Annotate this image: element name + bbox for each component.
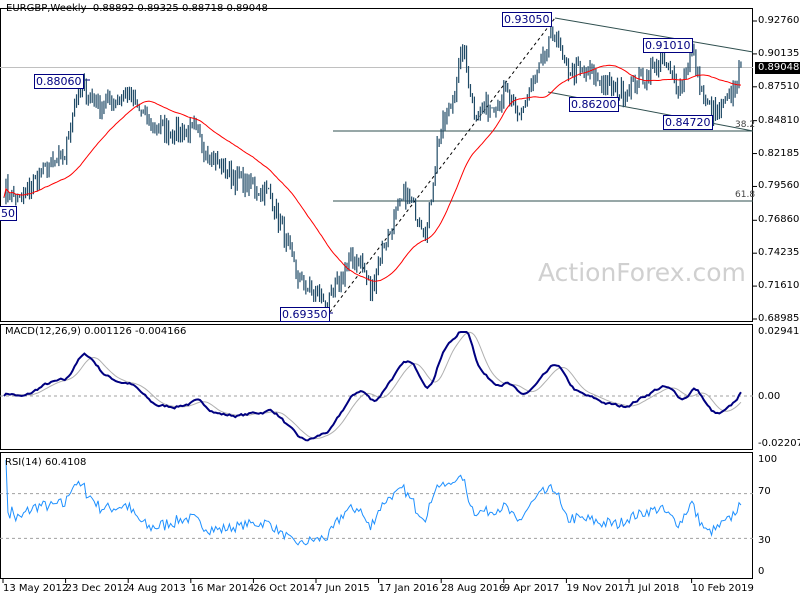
swing-label: 0.91010 [643, 38, 693, 53]
price-tick: 0.74235 [758, 247, 800, 259]
chart-canvas [0, 8, 757, 583]
current-price-badge: 0.89048 [755, 62, 800, 74]
macd-signal-line [3, 331, 742, 440]
time-tick: 9 Apr 2017 [503, 583, 560, 594]
high-value: 0.89325 [137, 3, 179, 14]
swing-label: 0.88060 [34, 74, 84, 89]
low-value: 0.88718 [181, 3, 224, 14]
time-tick: 28 Aug 2016 [441, 583, 506, 594]
price-tick: 0.87510 [758, 80, 800, 92]
price-tick: 0.68985 [758, 312, 800, 324]
price-tick: 0.84810 [758, 114, 800, 126]
close-value: 0.89048 [226, 3, 268, 14]
time-tick: 17 Jan 2016 [378, 583, 439, 594]
symbol-label: EURGBP,Weekly [6, 3, 87, 14]
rsi-tick: 100 [758, 454, 778, 465]
macd-tick: 0.029412 [758, 326, 800, 337]
macd-tick: -0.022074 [758, 438, 800, 449]
price-tick: 0.82185 [758, 147, 800, 159]
macd-line [3, 331, 742, 442]
time-tick: 23 Dec 2012 [65, 583, 130, 594]
time-tick: 13 May 2012 [3, 583, 69, 594]
rsi-label: RSI(14) 60.4108 [5, 457, 87, 468]
price-tick: 0.90135 [758, 47, 800, 59]
swing-label: 0.69350 [280, 307, 330, 322]
moving-average-line [3, 64, 742, 282]
time-tick: 16 Mar 2014 [190, 583, 255, 594]
rsi-tick: 70 [758, 486, 771, 497]
time-tick: 19 Nov 2017 [566, 583, 631, 594]
rsi-line [5, 459, 742, 546]
swing-label: 0.86200 [569, 97, 619, 112]
price-tick: 0.92760 [758, 15, 800, 26]
time-tick: 10 Feb 2019 [691, 583, 754, 594]
price-tick: 0.79560 [758, 180, 800, 192]
time-tick: 1 Jul 2018 [629, 583, 680, 594]
rsi-tick: 30 [758, 535, 771, 546]
watermark: ActionForex.com [538, 258, 746, 287]
time-tick: 26 Oct 2014 [253, 583, 316, 594]
open-value: 0.88892 [92, 3, 135, 14]
fib-label: 61.8 [735, 190, 756, 200]
fib-label: 38.2 [735, 120, 756, 130]
swing-label: 0.93050 [502, 12, 552, 27]
macd-panel-frame [0, 324, 753, 450]
swing-label: 50 [0, 206, 17, 221]
price-tick: 0.71610 [758, 280, 800, 292]
swing-label: 0.84720 [663, 115, 713, 130]
chart-header: EURGBP,Weekly 0.88892 0.89325 0.88718 0.… [6, 3, 268, 15]
macd-tick: 0.00 [758, 391, 781, 402]
time-tick: 7 Jun 2015 [316, 583, 370, 594]
fib-base-line [329, 17, 556, 313]
price-tick: 0.76860 [758, 214, 800, 226]
time-tick: 4 Aug 2013 [128, 583, 186, 594]
rsi-tick: 0 [758, 566, 765, 577]
macd-label: MACD(12,26,9) 0.001126 -0.004166 [5, 326, 187, 337]
chart-window: EURGBP,Weekly 0.88892 0.89325 0.88718 0.… [0, 0, 800, 600]
